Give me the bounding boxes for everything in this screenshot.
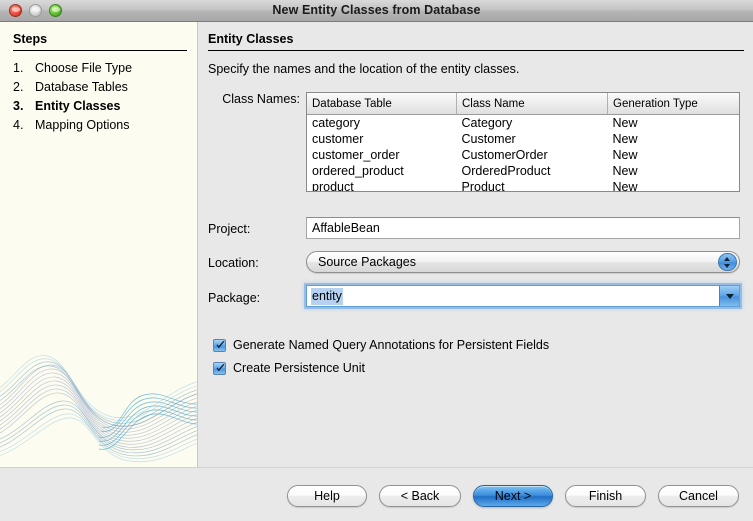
checkmark-icon [213, 362, 226, 375]
wave-decoration-graphic [0, 345, 198, 465]
step-2-number: 2. [13, 80, 35, 94]
sidebar-step-3: 3. Entity Classes [13, 96, 193, 115]
content-panel: Entity Classes Specify the names and the… [199, 22, 753, 467]
package-input-value[interactable]: entity [311, 288, 343, 305]
create-persistence-unit-checkbox[interactable]: Create Persistence Unit [213, 361, 365, 375]
page-title: Entity Classes [208, 32, 293, 46]
cell-database-table: ordered_product [307, 163, 457, 179]
table-header-row: Database Table Class Name Generation Typ… [307, 93, 739, 115]
updown-arrows-icon [718, 253, 737, 271]
table-row[interactable]: customer_order CustomerOrder New [307, 147, 739, 163]
cell-generation-type: New [608, 147, 740, 163]
cell-class-name: Product [457, 179, 608, 192]
chevron-down-icon[interactable] [719, 286, 739, 306]
step-1-label: Choose File Type [35, 61, 132, 75]
generate-named-query-annotations-checkbox[interactable]: Generate Named Query Annotations for Per… [213, 338, 549, 352]
cell-generation-type: New [608, 179, 740, 192]
step-2-label: Database Tables [35, 80, 128, 94]
page-description: Specify the names and the location of th… [208, 62, 519, 76]
back-button[interactable]: < Back [379, 485, 461, 507]
step-3-number: 3. [13, 99, 35, 113]
cell-class-name: OrderedProduct [457, 163, 608, 179]
steps-divider [13, 50, 187, 51]
table-row[interactable]: product Product New [307, 179, 739, 192]
sidebar-step-4: 4. Mapping Options [13, 115, 193, 134]
cell-class-name: CustomerOrder [457, 147, 608, 163]
sidebar-step-1: 1. Choose File Type [13, 58, 193, 77]
cell-class-name: Category [457, 115, 608, 132]
column-header-generation-type[interactable]: Generation Type [608, 93, 740, 115]
cell-database-table: product [307, 179, 457, 192]
checkmark-icon [213, 339, 226, 352]
panel-title-divider [208, 50, 744, 51]
help-button[interactable]: Help [287, 485, 367, 507]
column-header-class-name[interactable]: Class Name [457, 93, 608, 115]
generate-named-query-annotations-label: Generate Named Query Annotations for Per… [233, 338, 549, 352]
step-1-number: 1. [13, 61, 35, 75]
table-row[interactable]: category Category New [307, 115, 739, 132]
cell-database-table: customer_order [307, 147, 457, 163]
cell-database-table: customer [307, 131, 457, 147]
column-header-database-table[interactable]: Database Table [307, 93, 457, 115]
steps-heading: Steps [13, 32, 47, 46]
create-persistence-unit-label: Create Persistence Unit [233, 361, 365, 375]
dialog-button-bar: Help < Back Next > Finish Cancel [0, 467, 753, 521]
cancel-button[interactable]: Cancel [658, 485, 739, 507]
step-4-number: 4. [13, 118, 35, 132]
project-input[interactable]: AffableBean [306, 217, 740, 239]
step-4-label: Mapping Options [35, 118, 130, 132]
finish-button[interactable]: Finish [565, 485, 646, 507]
class-names-table[interactable]: Database Table Class Name Generation Typ… [306, 92, 740, 192]
cell-generation-type: New [608, 163, 740, 179]
location-label: Location: [208, 256, 300, 270]
step-3-label: Entity Classes [35, 99, 120, 113]
package-label: Package: [208, 291, 300, 305]
package-combobox[interactable]: entity [306, 285, 740, 307]
cell-class-name: Customer [457, 131, 608, 147]
window-titlebar: New Entity Classes from Database [0, 0, 753, 22]
cell-generation-type: New [608, 115, 740, 132]
table-row[interactable]: customer Customer New [307, 131, 739, 147]
dialog-window: New Entity Classes from Database Steps 1… [0, 0, 753, 521]
table-row[interactable]: ordered_product OrderedProduct New [307, 163, 739, 179]
location-selected-value: Source Packages [318, 255, 416, 269]
class-names-label: Class Names: [208, 92, 300, 106]
next-button[interactable]: Next > [473, 485, 553, 507]
location-select[interactable]: Source Packages [306, 251, 740, 273]
window-title: New Entity Classes from Database [0, 0, 753, 22]
cell-database-table: category [307, 115, 457, 132]
cell-generation-type: New [608, 131, 740, 147]
steps-list: 1. Choose File Type 2. Database Tables 3… [13, 58, 193, 134]
steps-sidebar: Steps 1. Choose File Type 2. Database Ta… [0, 22, 198, 467]
project-label: Project: [208, 222, 300, 236]
sidebar-step-2: 2. Database Tables [13, 77, 193, 96]
